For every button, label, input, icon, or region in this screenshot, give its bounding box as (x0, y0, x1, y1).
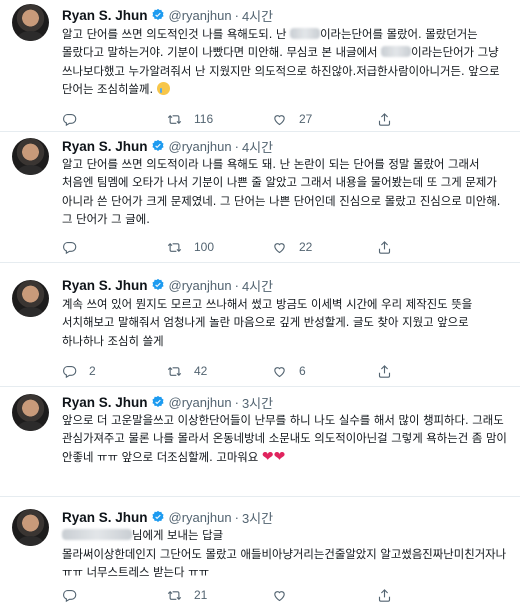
tweet-2[interactable]: Ryan S. Jhun @ryanjhun · 4시간 알고 단어를 쓰면 의… (0, 132, 520, 260)
avatar[interactable] (12, 138, 49, 175)
like-count: 22 (299, 240, 313, 254)
like-button[interactable] (272, 588, 377, 603)
share-icon (378, 364, 391, 378)
tweet-header: Ryan S. Jhun @ryanjhun · 3시간 (62, 393, 273, 411)
verified-badge-icon (151, 510, 164, 522)
tweet-actions: 2 42 6 (62, 362, 482, 380)
display-name[interactable]: Ryan S. Jhun (62, 510, 148, 525)
retweet-button[interactable]: 100 (167, 240, 272, 255)
reply-button[interactable] (62, 240, 167, 255)
display-name[interactable]: Ryan S. Jhun (62, 139, 148, 154)
heart-icon (274, 114, 285, 125)
heart-icon (274, 590, 285, 601)
handle[interactable]: @ryanjhun (169, 8, 232, 23)
share-button[interactable] (377, 240, 482, 255)
tweet-actions: 116 27 (62, 110, 482, 128)
avatar[interactable] (12, 509, 49, 546)
timestamp[interactable]: 4시간 (242, 137, 273, 156)
heart-icon (274, 242, 285, 253)
reply-icon (63, 241, 77, 254)
share-button[interactable] (377, 364, 482, 379)
tweet-actions: 21 (62, 586, 482, 604)
share-icon (378, 240, 391, 254)
verified-badge-icon (151, 395, 164, 407)
tweet-text: 앞으로 더 고운말을쓰고 이상한단어들이 난무를 하니 나도 실수를 해서 많이… (62, 411, 508, 466)
verified-badge-icon (151, 8, 164, 20)
tweet-header: Ryan S. Jhun @ryanjhun · 4시간 (62, 276, 273, 294)
tweet-header: Ryan S. Jhun @ryanjhun · 4시간 (62, 6, 273, 24)
like-button[interactable]: 6 (272, 364, 377, 379)
tweet-header: Ryan S. Jhun @ryanjhun · 3시간 (62, 508, 273, 526)
reply-context: 님에게 보내는 답글 (62, 526, 508, 544)
like-button[interactable]: 27 (272, 112, 377, 127)
share-icon (378, 112, 391, 126)
retweet-icon (167, 590, 182, 600)
tweet-3[interactable]: Ryan S. Jhun @ryanjhun · 4시간 계속 쓰여 있어 뭔지… (0, 263, 520, 385)
blurred-word (381, 46, 412, 58)
retweet-button[interactable]: 116 (167, 112, 272, 127)
display-name[interactable]: Ryan S. Jhun (62, 395, 148, 410)
handle[interactable]: @ryanjhun (169, 395, 232, 410)
tweet-text: 계속 쓰여 있어 뭔지도 모르고 쓰나해서 썼고 방금도 이세벽 시간에 우리 … (62, 297, 473, 348)
share-icon (378, 588, 391, 602)
like-count: 27 (299, 112, 313, 126)
reply-button[interactable]: 2 (62, 364, 167, 379)
retweet-icon (167, 114, 182, 124)
avatar[interactable] (12, 4, 49, 41)
verified-badge-icon (151, 278, 164, 290)
display-name[interactable]: Ryan S. Jhun (62, 8, 148, 23)
tweet-text: 알고 단어를 쓰면 의도적인것 나를 욕해도되. 난 이라는단어를 몰랐어. 몰… (62, 25, 508, 99)
separator-dot: · (234, 509, 239, 525)
tweet-5[interactable]: Ryan S. Jhun @ryanjhun · 3시간 님에게 보내는 답글 … (0, 497, 520, 609)
retweet-count: 116 (194, 112, 214, 126)
separator-dot: · (234, 277, 239, 293)
tweet-text: 몰라써이상한데인지 그단어도 몰랐고 애들비아냥거리는건줄알았지 알고썼음진짜난… (62, 547, 507, 580)
reply-icon (63, 589, 77, 602)
timestamp[interactable]: 3시간 (242, 508, 273, 527)
tweet-actions: 100 22 (62, 238, 482, 256)
separator-dot: · (234, 394, 239, 410)
display-name[interactable]: Ryan S. Jhun (62, 278, 148, 293)
blurred-word (290, 28, 321, 39)
tweet-header: Ryan S. Jhun @ryanjhun · 4시간 (62, 137, 273, 155)
verified-badge-icon (151, 139, 164, 151)
reply-to-label: 님에게 보내는 답글 (132, 528, 224, 542)
reply-count: 2 (89, 364, 96, 378)
reply-button[interactable] (62, 588, 167, 603)
timestamp[interactable]: 4시간 (242, 276, 273, 295)
separator-dot: · (234, 138, 239, 154)
share-button[interactable] (377, 112, 482, 127)
retweet-button[interactable]: 42 (167, 364, 272, 379)
blurred-mention[interactable] (62, 529, 132, 540)
handle[interactable]: @ryanjhun (169, 278, 232, 293)
heart-icon (274, 366, 285, 377)
retweet-count: 100 (194, 240, 215, 254)
separator-dot: · (234, 7, 239, 23)
handle[interactable]: @ryanjhun (169, 139, 232, 154)
retweet-icon (167, 242, 182, 252)
tweet-thread: Ryan S. Jhun @ryanjhun · 4시간 알고 단어를 쓰면 의… (0, 0, 520, 609)
tweet-4[interactable]: Ryan S. Jhun @ryanjhun · 3시간 앞으로 더 고운말을쓰… (0, 387, 520, 492)
avatar[interactable] (12, 280, 49, 317)
like-count: 6 (299, 364, 306, 378)
handle[interactable]: @ryanjhun (169, 510, 232, 525)
timestamp[interactable]: 4시간 (242, 6, 273, 25)
tweet-1[interactable]: Ryan S. Jhun @ryanjhun · 4시간 알고 단어를 쓰면 의… (0, 0, 520, 131)
reply-icon (63, 365, 77, 378)
retweet-button[interactable]: 21 (167, 588, 272, 603)
tweet-text: 알고 단어를 쓰면 의도적이라 나를 욕해도 돼. 난 논란이 되는 단어를 정… (62, 157, 501, 227)
retweet-count: 42 (194, 364, 208, 378)
retweet-icon (167, 366, 182, 376)
avatar[interactable] (12, 394, 49, 431)
crying-face-icon (156, 82, 170, 96)
retweet-count: 21 (194, 588, 208, 602)
red-heart-icon: ❤❤ (261, 448, 286, 465)
share-button[interactable] (377, 588, 482, 603)
like-button[interactable]: 22 (272, 240, 377, 255)
timestamp[interactable]: 3시간 (242, 393, 273, 412)
reply-button[interactable] (62, 112, 167, 127)
tweet-text-part: 알고 단어를 쓰면 의도적인것 나를 욕해도되. 난 (62, 27, 291, 41)
reply-icon (63, 113, 77, 126)
